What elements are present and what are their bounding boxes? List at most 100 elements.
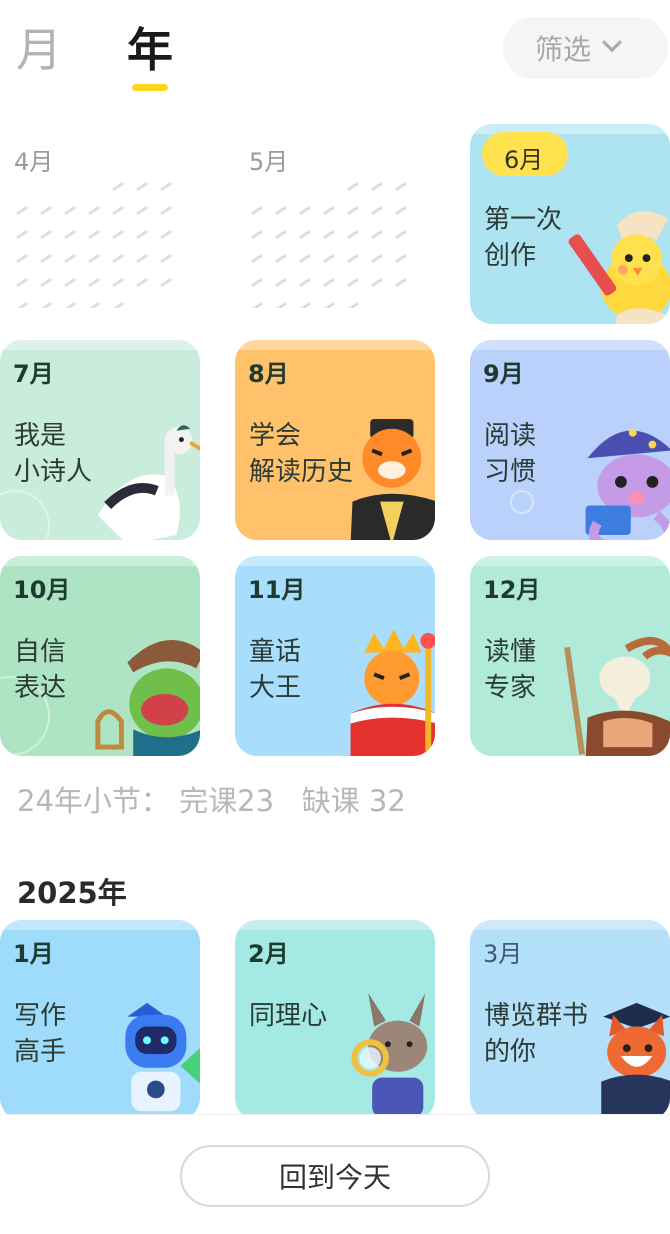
dash-mark: [251, 206, 263, 215]
tiger-king-illustration: [350, 629, 435, 756]
dash-mark: [136, 278, 148, 287]
month-label: 7月: [13, 360, 54, 388]
month-card-december[interactable]: 12月 读懂 专家: [470, 556, 670, 756]
month-label: 10月: [13, 576, 71, 604]
robot-illustration: [125, 1002, 200, 1112]
month-label: 11月: [248, 576, 306, 604]
dash-mark: [160, 206, 172, 215]
dash-mark: [395, 230, 407, 239]
dash-mark: [371, 182, 383, 191]
card-title: 同理心: [249, 1001, 328, 1031]
goat-scholar-illustration: [564, 636, 670, 756]
dash-mark: [299, 254, 311, 263]
dash-mark: [275, 206, 287, 215]
month-cell-april: 4月: [0, 128, 200, 328]
crane-illustration: [97, 425, 200, 540]
month-card-february[interactable]: 2月 同理心: [235, 920, 435, 1120]
card-title: 自信 表达: [14, 637, 67, 703]
dash-mark: [395, 182, 407, 191]
dash-mark: [323, 206, 335, 215]
dash-mark: [88, 302, 100, 308]
dash-mark: [88, 278, 100, 287]
dash-mark: [40, 254, 52, 263]
month-card-july[interactable]: 7月 我是 小诗人: [0, 340, 200, 540]
dash-mark: [347, 230, 359, 239]
month-label: 9月: [483, 360, 524, 388]
month-label: 4月: [14, 148, 54, 176]
dash-mark: [251, 302, 263, 308]
month-card-september[interactable]: 9月 阅读 习惯: [470, 340, 670, 540]
dash-mark: [88, 254, 100, 263]
bottom-bar: 回到今天: [0, 1114, 670, 1234]
tab-year[interactable]: 年: [127, 22, 173, 78]
dash-mark: [112, 206, 124, 215]
dash-mark: [160, 278, 172, 287]
dash-mark: [395, 254, 407, 263]
card-title: 第一次 创作: [484, 205, 563, 271]
year-summary: 24年小节： 完课23 缺课 32: [17, 778, 406, 820]
dash-mark: [347, 302, 359, 308]
dash-mark: [275, 302, 287, 308]
dash-mark: [160, 254, 172, 263]
year-heading: 2025年: [17, 876, 127, 910]
month-label: 8月: [248, 360, 289, 388]
filter-button[interactable]: 筛选: [503, 17, 668, 79]
back-to-today-button[interactable]: 回到今天: [180, 1145, 490, 1207]
dash-mark: [160, 230, 172, 239]
empty-dash-pattern: [16, 182, 172, 308]
dash-mark: [275, 230, 287, 239]
dash-mark: [136, 206, 148, 215]
dash-mark: [275, 254, 287, 263]
chevron-down-icon: [602, 32, 622, 53]
frog-bard-illustration: [95, 640, 200, 756]
dash-mark: [251, 278, 263, 287]
dash-mark: [112, 254, 124, 263]
dash-mark: [160, 182, 172, 191]
dash-mark: [40, 230, 52, 239]
summary-missed: 缺课 32: [301, 784, 406, 818]
bunny-detective-illustration: [351, 993, 428, 1117]
dash-mark: [136, 254, 148, 263]
month-label: 6月: [504, 146, 544, 174]
month-card-march[interactable]: 3月 博览群书 的你: [470, 920, 670, 1120]
dash-mark: [40, 302, 52, 308]
month-label: 2月: [248, 940, 289, 968]
dash-mark: [136, 230, 148, 239]
dash-mark: [112, 302, 124, 308]
month-card-october[interactable]: 10月 自信 表达: [0, 556, 200, 756]
dash-mark: [64, 206, 76, 215]
dash-mark: [347, 254, 359, 263]
dash-mark: [347, 278, 359, 287]
filter-label: 筛选: [535, 33, 592, 66]
dash-mark: [112, 278, 124, 287]
month-card-november[interactable]: 11月 童话 大王: [235, 556, 435, 756]
summary-completed: 完课23: [179, 784, 275, 818]
chick-pencil-illustration: [568, 211, 670, 324]
month-card-january[interactable]: 1月 写作 高手: [0, 920, 200, 1120]
month-card-august[interactable]: 8月 学会 解读历史: [235, 340, 435, 540]
dash-mark: [64, 254, 76, 263]
dash-mark: [88, 230, 100, 239]
dash-mark: [16, 278, 28, 287]
view-tabs: 月 年 筛选: [0, 0, 670, 110]
dash-mark: [16, 302, 28, 308]
dash-mark: [16, 206, 28, 215]
dash-mark: [251, 254, 263, 263]
card-title: 阅读 习惯: [484, 421, 537, 487]
dash-mark: [323, 230, 335, 239]
active-tab-indicator: [132, 84, 168, 91]
dash-mark: [40, 278, 52, 287]
dash-mark: [371, 230, 383, 239]
dash-mark: [112, 230, 124, 239]
month-label: 3月: [483, 940, 523, 968]
tab-month[interactable]: 月: [16, 22, 62, 78]
dash-mark: [64, 230, 76, 239]
dash-mark: [299, 230, 311, 239]
month-label: 1月: [13, 940, 54, 968]
dash-mark: [299, 278, 311, 287]
dash-mark: [395, 278, 407, 287]
dash-mark: [371, 206, 383, 215]
dash-mark: [136, 182, 148, 191]
dash-mark: [40, 206, 52, 215]
month-card-june[interactable]: 6月 第一次 创作: [470, 124, 670, 324]
